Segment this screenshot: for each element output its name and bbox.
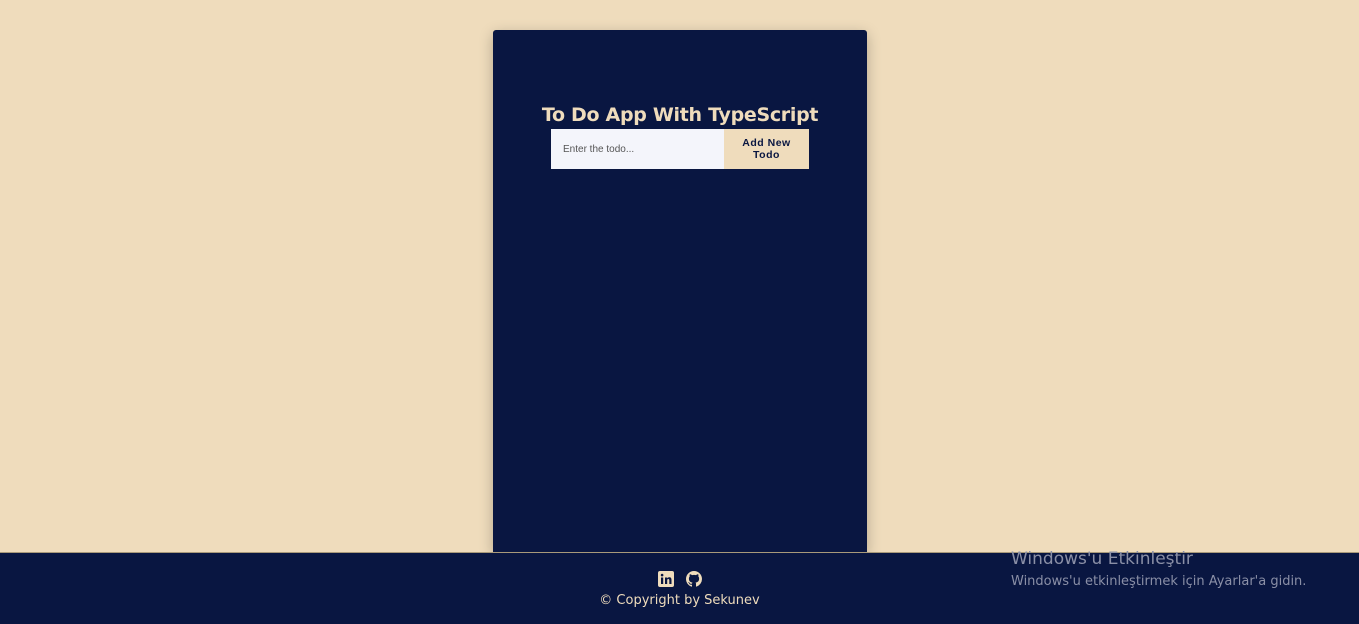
todo-card: To Do App With TypeScript Add NewTodo [493,30,867,552]
github-icon [685,571,702,587]
watermark-subtitle: Windows'u etkinleştirmek için Ayarlar'a … [1011,574,1307,589]
github-link[interactable] [685,571,702,587]
todo-input[interactable] [551,129,724,169]
copyright-text: © Copyright by Sekunev [599,593,760,608]
page: To Do App With TypeScript Add NewTodo [0,0,1359,624]
add-todo-form: Add NewTodo [551,129,809,169]
watermark-title: Windows'u Etkinleştir [1011,549,1193,569]
linkedin-link[interactable] [657,571,674,587]
page-title: To Do App With TypeScript [541,104,819,126]
add-todo-button-label-line2: Todo [753,149,780,161]
add-todo-button-label-line1: Add New [742,137,791,149]
linkedin-icon [657,571,674,587]
windows-activation-watermark: Windows'u Etkinleştir Windows'u etkinleş… [1011,548,1306,592]
add-todo-button[interactable]: Add New Todo [724,129,809,169]
